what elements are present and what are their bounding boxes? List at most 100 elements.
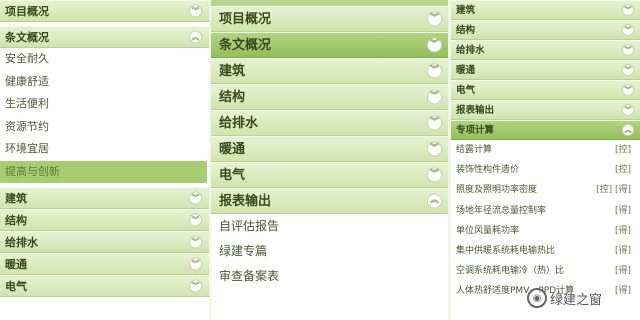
menu-item-green-building-chapter[interactable]: 绿建专篇 bbox=[211, 239, 448, 264]
menu-header-clauses[interactable]: 条文概况 ︾ bbox=[211, 32, 448, 58]
menu-header-structure[interactable]: 结构 ︾ bbox=[451, 20, 640, 40]
watermark-text: 绿建之窗 bbox=[550, 292, 603, 308]
calc-item-fan-power[interactable]: 单位风量耗功率 [得] bbox=[451, 221, 640, 241]
menu-header-electrical[interactable]: 电气 ︾ bbox=[451, 80, 640, 100]
menu-header-label: 结构 bbox=[5, 214, 27, 227]
calc-item-runoff-control[interactable]: 场地年径流总量控制率 [得] bbox=[451, 201, 640, 221]
menu-header-label: 电气 bbox=[219, 168, 246, 183]
chevron-down-icon[interactable]: ︾ bbox=[189, 191, 202, 205]
menu-header-label: 建筑 bbox=[5, 192, 27, 205]
menu-header-special-calc[interactable]: 专项计算 ︽ bbox=[451, 120, 640, 140]
chevron-down-icon[interactable]: ︾ bbox=[427, 89, 442, 105]
watermark: ◉ 绿建之窗 bbox=[527, 287, 639, 309]
panel-right: 建筑 ︾ 结构 ︾ 给排水 ︾ 暖通 ︾ 电气 ︾ 报表输出 ︾ 专项计算 ︽ … bbox=[451, 0, 640, 320]
chevron-down-icon[interactable]: ︾ bbox=[427, 141, 442, 157]
menu-item-health[interactable]: 健康舒适 bbox=[0, 71, 209, 94]
calc-item-condensation[interactable]: 结露计算 [控] bbox=[451, 140, 640, 160]
menu-header-architecture[interactable]: 建筑 ︾ bbox=[211, 58, 448, 84]
menu-header-structure[interactable]: 结构 ︾ bbox=[0, 209, 209, 231]
chevron-down-icon[interactable]: ︾ bbox=[622, 104, 634, 116]
menu-item-resources[interactable]: 资源节约 bbox=[0, 116, 209, 139]
chevron-up-icon[interactable]: ︽ bbox=[189, 30, 202, 44]
chevron-down-icon[interactable]: ︾ bbox=[427, 115, 442, 131]
chevron-down-icon[interactable]: ︾ bbox=[622, 4, 634, 16]
menu-header-label: 项目概况 bbox=[219, 12, 272, 27]
calc-item-label: 场地年径流总量控制率 bbox=[456, 205, 547, 216]
calc-item-cooling-ratio[interactable]: 空调系统耗电输冷（热）比 [得] bbox=[451, 261, 640, 281]
menu-header-project[interactable]: 项目概况 ︾ bbox=[211, 6, 448, 32]
calc-item-tag: [得] bbox=[614, 266, 631, 277]
menu-header-label: 给排水 bbox=[219, 116, 259, 131]
calc-item-tag: [控] bbox=[614, 165, 631, 176]
calc-item-label: 单位风量耗功率 bbox=[456, 225, 520, 236]
menu-header-label: 报表输出 bbox=[456, 105, 495, 116]
chevron-down-icon[interactable]: ︾ bbox=[189, 235, 202, 249]
calc-item-label: 集中供暖系统耗电输热比 bbox=[456, 245, 556, 256]
chevron-down-icon[interactable]: ︾ bbox=[189, 279, 202, 293]
menu-header-clauses[interactable]: 条文概况 ︽ bbox=[0, 26, 209, 48]
chevron-down-icon[interactable]: ︾ bbox=[622, 44, 634, 56]
menu-header-label: 建筑 bbox=[219, 64, 246, 79]
menu-header-electrical[interactable]: 电气 ︾ bbox=[0, 275, 209, 297]
calc-item-tag: [控] [得] bbox=[596, 185, 631, 196]
menu-header-electrical[interactable]: 电气 ︾ bbox=[211, 162, 448, 188]
menu-header-architecture[interactable]: 建筑 ︾ bbox=[451, 0, 640, 20]
chevron-down-icon[interactable]: ︾ bbox=[189, 213, 202, 227]
menu-header-structure[interactable]: 结构 ︾ bbox=[211, 84, 448, 110]
menu-header-label: 结构 bbox=[456, 25, 476, 36]
menu-item-self-assessment[interactable]: 自评估报告 bbox=[211, 214, 448, 239]
chevron-down-icon[interactable]: ︾ bbox=[427, 37, 442, 53]
chevron-down-icon[interactable]: ︾ bbox=[189, 4, 202, 18]
menu-header-label: 暖通 bbox=[456, 65, 476, 76]
calc-item-heating-ratio[interactable]: 集中供暖系统耗电输热比 [得] bbox=[451, 241, 640, 261]
chevron-down-icon[interactable]: ︾ bbox=[622, 24, 634, 36]
chevron-up-icon[interactable]: ︽ bbox=[622, 124, 634, 136]
menu-header-label: 结构 bbox=[219, 90, 246, 105]
calc-item-tag: [得] bbox=[614, 245, 631, 256]
chevron-down-icon[interactable]: ︾ bbox=[427, 11, 442, 27]
panel-middle: 项目概况 ︾ 条文概况 ︾ 建筑 ︾ 结构 ︾ 给排水 ︾ 暖通 ︾ 电气 ︾ … bbox=[211, 0, 448, 320]
menu-header-report[interactable]: 报表输出 ︽ bbox=[211, 188, 448, 214]
menu-header-label: 条文概况 bbox=[219, 38, 272, 53]
menu-item-safety[interactable]: 安全耐久 bbox=[0, 48, 209, 71]
menu-header-label: 电气 bbox=[5, 280, 27, 293]
calc-item-decorative-cost[interactable]: 装饰性构件造价 [控] bbox=[451, 160, 640, 180]
menu-header-label: 建筑 bbox=[456, 5, 476, 16]
menu-header-plumbing[interactable]: 给排水 ︾ bbox=[0, 231, 209, 253]
menu-header-label: 给排水 bbox=[5, 236, 38, 249]
menu-header-plumbing[interactable]: 给排水 ︾ bbox=[211, 110, 448, 136]
chevron-down-icon[interactable]: ︾ bbox=[427, 167, 442, 183]
menu-item-environment[interactable]: 环境宜居 bbox=[0, 138, 209, 161]
menu-header-label: 暖通 bbox=[219, 142, 246, 157]
calc-item-label: 照度及照明功率密度 bbox=[456, 185, 538, 196]
menu-header-label: 条文概况 bbox=[5, 31, 49, 44]
calc-item-label: 装饰性构件造价 bbox=[456, 165, 520, 176]
chevron-down-icon[interactable]: ︾ bbox=[622, 64, 634, 76]
menu-item-review-filing-form[interactable]: 审查备案表 bbox=[211, 264, 448, 289]
calc-item-label: 结露计算 bbox=[456, 145, 493, 155]
menu-header-label: 电气 bbox=[456, 85, 476, 96]
menu-header-hvac[interactable]: 暖通 ︾ bbox=[451, 60, 640, 80]
wechat-icon: ◉ bbox=[527, 288, 547, 308]
menu-header-label: 暖通 bbox=[5, 258, 27, 271]
chevron-down-icon[interactable]: ︾ bbox=[622, 84, 634, 96]
menu-header-architecture[interactable]: 建筑 ︾ bbox=[0, 187, 209, 209]
calc-item-tag: [得] bbox=[614, 205, 631, 216]
menu-item-convenience[interactable]: 生活便利 bbox=[0, 93, 209, 116]
menu-item-innovation[interactable]: 提高与创新 bbox=[0, 160, 207, 183]
menu-header-label: 项目概况 bbox=[5, 5, 49, 18]
calc-item-label: 空调系统耗电输冷（热）比 bbox=[456, 266, 565, 277]
menu-header-label: 专项计算 bbox=[456, 125, 495, 136]
panel-left: 项目概况 ︾ 条文概况 ︽ 安全耐久 健康舒适 生活便利 资源节约 环境宜居 提… bbox=[0, 0, 209, 320]
menu-header-plumbing[interactable]: 给排水 ︾ bbox=[451, 40, 640, 60]
menu-header-report[interactable]: 报表输出 ︾ bbox=[451, 100, 640, 120]
menu-header-hvac[interactable]: 暖通 ︾ bbox=[0, 253, 209, 275]
calc-item-illuminance[interactable]: 照度及照明功率密度 [控] [得] bbox=[451, 180, 640, 200]
menu-header-project[interactable]: 项目概况 ︾ bbox=[0, 0, 209, 22]
chevron-down-icon[interactable]: ︾ bbox=[189, 257, 202, 271]
calc-item-tag: [得] bbox=[614, 225, 631, 236]
chevron-down-icon[interactable]: ︾ bbox=[427, 63, 442, 79]
chevron-up-icon[interactable]: ︽ bbox=[427, 193, 442, 209]
menu-header-label: 报表输出 bbox=[219, 194, 272, 209]
menu-header-hvac[interactable]: 暖通 ︾ bbox=[211, 136, 448, 162]
